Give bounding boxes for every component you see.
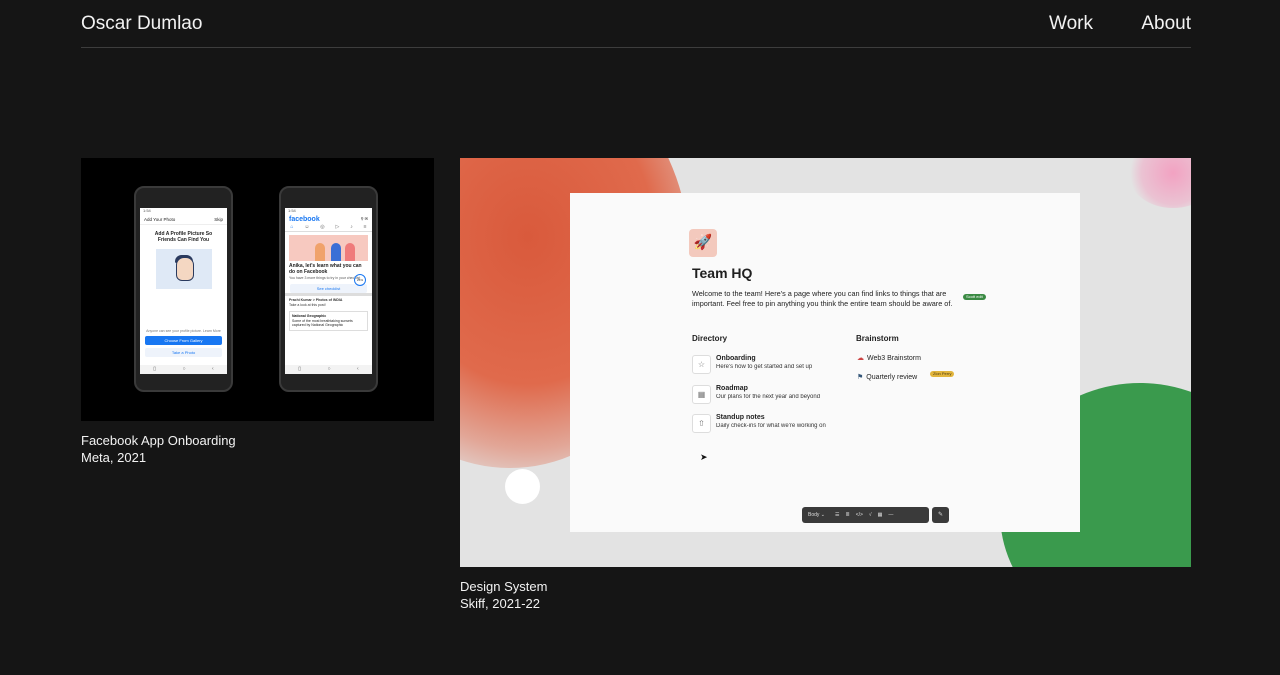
rocket-icon: 🚀	[689, 229, 717, 257]
back-icon: ‹	[212, 366, 214, 372]
collaborator-tag: Zion Perry	[930, 371, 955, 377]
brainstorm-item-title: Quarterly review	[866, 374, 918, 381]
document-preview: 🚀 Team HQ Welcome to the team! Here's a …	[570, 193, 1080, 532]
directory-item-title: Roadmap	[716, 385, 748, 392]
project-title: Design System	[460, 579, 548, 594]
see-checklist-button: See checklist	[290, 284, 367, 293]
decorative-white-dot	[505, 469, 540, 504]
facebook-logo: facebook	[289, 216, 320, 223]
illustration-person	[331, 243, 341, 261]
status-bar: 1:54	[288, 208, 296, 213]
project-thumbnail-design-system[interactable]: 🚀 Team HQ Welcome to the team! Here's a …	[460, 158, 1191, 567]
onboarding-skip: Skip	[214, 217, 223, 222]
pin-icon: ⇧	[692, 414, 711, 433]
text-style-value: Body	[808, 512, 820, 518]
directory-item-subtitle: Our plans for the next year and beyond	[716, 394, 821, 400]
back-icon: ‹	[357, 366, 359, 372]
phone-screen: 1:54 Add Your Photo Skip Add A Profile P…	[140, 208, 227, 374]
recents-icon: ▯	[153, 366, 157, 372]
formatting-toolbar: Body ⌄ ☰ ≣ </> √ ▦ —	[802, 507, 929, 523]
collaborator-tag: Scott edit	[963, 294, 986, 300]
fb-tab-bar: ⌂ ☺ ◎ ▷ ♪ ≡	[285, 224, 372, 232]
project-caption-facebook[interactable]: Facebook App Onboarding Meta, 2021	[81, 432, 236, 466]
table-icon: ▦	[877, 512, 883, 518]
directory-item: ⇧ Standup notes Daily check-ins for what…	[692, 414, 832, 436]
phone-mockup-onboarding: 1:54 Add Your Photo Skip Add A Profile P…	[134, 186, 233, 392]
nav-link-work[interactable]: Work	[1049, 13, 1093, 35]
project-title: Facebook App Onboarding	[81, 433, 236, 448]
numbered-list-icon: ≣	[845, 512, 850, 518]
project-thumbnail-facebook[interactable]: 1:54 Add Your Photo Skip Add A Profile P…	[81, 158, 434, 421]
cloud-icon: ☁	[857, 355, 864, 362]
code-icon: </>	[855, 512, 863, 518]
home-tab-icon: ⌂	[290, 224, 294, 230]
doc-title: Team HQ	[692, 265, 753, 281]
take-photo-button: Take a Photo	[145, 348, 222, 357]
project-meta: Skiff, 2021-22	[460, 596, 540, 611]
post-text: Take a look at this post!	[289, 302, 326, 307]
site-title-link[interactable]: Oscar Dumlao	[81, 13, 202, 35]
directory-heading: Directory	[692, 334, 728, 343]
android-navbar: ▯ ○ ‹	[140, 365, 227, 374]
comment-icon: ✎	[932, 507, 949, 523]
site-header: Oscar Dumlao Work About	[81, 0, 1191, 48]
home-icon: ○	[182, 366, 186, 372]
shared-post: National Geographic Some of the most bre…	[289, 311, 368, 331]
directory-item-title: Onboarding	[716, 355, 756, 362]
profile-illustration	[155, 249, 212, 289]
notifications-tab-icon: ♪	[350, 224, 353, 230]
directory-item-title: Standup notes	[716, 414, 765, 421]
onboarding-header-title: Add Your Photo	[144, 217, 176, 222]
mouse-cursor-icon: ➤	[700, 452, 708, 462]
onboarding-note: Anyone can see your profile picture. Lea…	[146, 329, 221, 333]
text-style-select: Body ⌄	[808, 512, 825, 518]
brainstorm-heading: Brainstorm	[856, 334, 899, 343]
checklist-illustration	[289, 235, 368, 261]
megaphone-icon: ⚑	[857, 374, 864, 381]
recents-icon: ▯	[298, 366, 302, 372]
decorative-pink-blob	[1128, 158, 1191, 208]
doc-description: Welcome to the team! Here's a page where…	[692, 289, 953, 308]
phone-mockup-feed: 1:54 facebook ⚲ ✉ ⌂ ☺ ◎ ▷ ♪ ≡ Anika, let's le…	[279, 186, 378, 392]
groups-tab-icon: ◎	[320, 224, 325, 230]
feed-post: Prachi Kumar > Photos of INDIA Take a lo…	[285, 293, 372, 309]
math-icon: √	[868, 512, 872, 518]
bulleted-list-icon: ☰	[835, 512, 840, 518]
star-icon: ☆	[692, 355, 711, 374]
watch-tab-icon: ▷	[335, 224, 340, 230]
onboarding-header: Add Your Photo Skip	[140, 215, 227, 225]
brainstorm-item: ☁ Web3 Brainstorm	[857, 354, 921, 362]
nav-link-about[interactable]: About	[1141, 13, 1191, 35]
home-icon: ○	[327, 366, 331, 372]
illustration-face	[175, 257, 194, 281]
illustration-person	[345, 243, 355, 261]
directory-item-subtitle: Here's how to get started and set up	[716, 364, 813, 370]
onboarding-heading: Add A Profile Picture So Friends Can Fin…	[154, 231, 213, 243]
checklist-progress: 25%	[354, 274, 366, 286]
shared-post-text: Some of the most breathtaking sunsets ca…	[292, 318, 353, 328]
search-icon: ⚲ ✉	[360, 216, 368, 221]
directory-item: ▦ Roadmap Our plans for the next year an…	[692, 385, 832, 407]
friends-tab-icon: ☺	[304, 224, 310, 230]
brainstorm-item-title: Web3 Brainstorm	[867, 355, 921, 362]
checklist-title: Anika, let's learn what you can do on Fa…	[289, 263, 362, 275]
status-bar: 1:54	[143, 208, 151, 213]
brainstorm-item: ⚑ Quarterly review	[857, 373, 917, 381]
fb-topbar: facebook ⚲ ✉	[285, 215, 372, 224]
project-meta: Meta, 2021	[81, 450, 147, 465]
directory-item: ☆ Onboarding Here's how to get started a…	[692, 355, 832, 377]
project-caption-design-system[interactable]: Design System Skiff, 2021-22	[460, 578, 547, 612]
map-icon: ▦	[692, 385, 711, 404]
choose-from-gallery-button: Choose From Gallery	[145, 336, 222, 345]
illustration-person	[315, 243, 325, 261]
android-navbar: ▯ ○ ‹	[285, 365, 372, 374]
menu-tab-icon: ≡	[363, 224, 367, 230]
divider-icon: —	[888, 512, 894, 518]
directory-item-subtitle: Daily check-ins for what we're working o…	[716, 423, 826, 429]
phone-screen: 1:54 facebook ⚲ ✉ ⌂ ☺ ◎ ▷ ♪ ≡ Anika, let's le…	[285, 208, 372, 374]
